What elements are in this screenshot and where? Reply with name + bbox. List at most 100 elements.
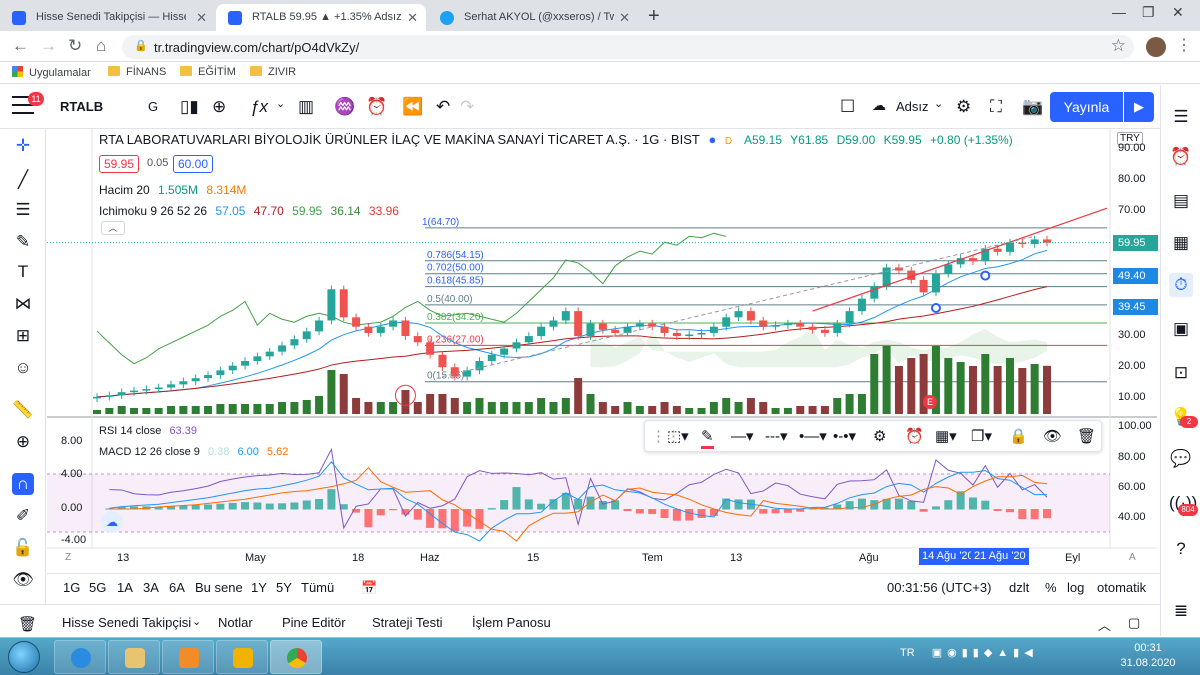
range-all[interactable]: Tümü xyxy=(301,580,334,595)
bookmark-zivir[interactable]: ZIVIR xyxy=(250,66,296,78)
symbol-search[interactable]: RTALB xyxy=(60,99,103,114)
ruler-icon[interactable]: 📏 xyxy=(12,399,34,421)
collapse-legend-icon[interactable]: ︿ xyxy=(101,221,125,235)
range-1y[interactable]: 1Y xyxy=(251,580,267,595)
stay-drawing-icon[interactable]: ✐ xyxy=(12,505,34,527)
browser-tab-1[interactable]: Hisse Senedi Takipçisi — Hisseler ✕ xyxy=(0,4,215,31)
browser-tab-2[interactable]: RTALB 59.95 ▲ +1.35% Adsız ✕ xyxy=(216,4,426,31)
line-style-icon[interactable]: ---▾ xyxy=(765,427,788,445)
log-toggle[interactable]: log xyxy=(1067,580,1084,595)
magnet-icon[interactable]: ∩ xyxy=(12,473,34,495)
chat-icon[interactable]: 💬 xyxy=(1169,447,1193,471)
fib-retracement-icon[interactable]: ☰ xyxy=(12,199,34,221)
layout-name[interactable]: Adsız xyxy=(896,99,929,114)
position-tool-icon[interactable]: ⊞ xyxy=(12,325,34,347)
forward-icon[interactable]: → xyxy=(40,36,57,56)
pattern-icon[interactable]: ⋈ xyxy=(12,293,34,315)
alert-icon[interactable]: ⏰ xyxy=(905,427,924,445)
browser-tab-3[interactable]: Serhat AKYOL (@xxseros) / Twitter ✕ xyxy=(428,4,638,31)
back-icon[interactable]: ← xyxy=(12,36,29,56)
layout-square-icon[interactable]: ☐ xyxy=(840,97,855,117)
adjust-toggle[interactable]: dzlt xyxy=(1009,580,1029,595)
alarm-clock-icon[interactable]: ⏰ xyxy=(1169,145,1193,169)
watchlist-icon[interactable]: ☰ xyxy=(1169,105,1193,129)
templates-icon[interactable]: ♒ xyxy=(334,97,355,117)
visual-order-icon[interactable]: ▦▾ xyxy=(935,427,957,445)
chart-area[interactable]: 1(64.70) 0.786(54.15) 0.702(50.00) 0.618(45… xyxy=(47,129,1158,572)
close-tab-icon[interactable]: ✕ xyxy=(619,4,630,31)
cloud-save-icon[interactable]: ☁ xyxy=(872,97,886,114)
range-5y[interactable]: 5Y xyxy=(276,580,292,595)
compare-add-icon[interactable]: ⊕ xyxy=(212,97,226,117)
replay-icon[interactable]: ⏪ xyxy=(402,97,423,117)
tab-strategy-tester[interactable]: Strateji Testi xyxy=(372,615,443,630)
lock-drawing-icon[interactable]: 🔒 xyxy=(1009,427,1028,445)
new-tab-button[interactable]: + xyxy=(648,5,660,28)
template-icon[interactable]: ⬚▾ xyxy=(667,427,689,445)
line-color-icon[interactable]: ✎ xyxy=(701,427,714,449)
dom-icon[interactable]: ≣ xyxy=(1169,599,1193,623)
line-start-icon[interactable]: •—▾ xyxy=(799,427,827,445)
tab-pine-editor[interactable]: Pine Editör xyxy=(282,615,346,630)
tab-stock-screener[interactable]: Hisse Senedi Takipçisi xyxy=(62,615,191,630)
trendline-icon[interactable]: ╱ xyxy=(12,169,34,191)
fullscreen-icon[interactable]: ⛶ xyxy=(990,97,1002,117)
taskbar-ie[interactable] xyxy=(54,640,106,674)
taskbar-media[interactable] xyxy=(162,640,214,674)
taskbar-outlook[interactable] xyxy=(216,640,268,674)
utc-clock[interactable]: 00:31:56 (UTC+3) xyxy=(887,580,991,595)
bookmark-finans[interactable]: FİNANS xyxy=(108,66,166,78)
percent-toggle[interactable]: % xyxy=(1045,580,1057,595)
calendar-icon[interactable]: ⏱ xyxy=(1169,273,1193,297)
windows-start-button[interactable] xyxy=(8,641,40,673)
interval-selector[interactable]: G xyxy=(148,99,158,114)
settings-gear-icon[interactable]: ⚙ xyxy=(956,97,971,117)
clone-icon[interactable]: ❐▾ xyxy=(971,427,992,445)
range-1a[interactable]: 1A xyxy=(117,580,133,595)
zoom-z-label[interactable]: Z xyxy=(65,552,71,563)
emoji-icon[interactable]: ☺ xyxy=(12,357,34,379)
taskbar-explorer[interactable] xyxy=(108,640,160,674)
goto-date-icon[interactable]: 📅 xyxy=(361,580,377,596)
data-window-icon[interactable]: ▤ xyxy=(1169,189,1193,213)
profile-avatar[interactable] xyxy=(1146,37,1166,57)
text-tool-icon[interactable]: T xyxy=(12,261,34,283)
home-icon[interactable]: ⌂ xyxy=(96,36,106,56)
chevron-up-icon[interactable]: ︿ xyxy=(1098,615,1111,634)
zoom-in-icon[interactable]: ⊕ xyxy=(12,431,34,453)
tab-trading-panel[interactable]: İşlem Panosu xyxy=(472,615,551,630)
trash-icon[interactable]: 🗑 xyxy=(18,615,37,633)
hotlists-icon[interactable]: ▦ xyxy=(1169,231,1193,255)
range-5g[interactable]: 5G xyxy=(89,580,106,595)
hide-drawing-icon[interactable]: 👁 xyxy=(1043,427,1062,445)
language-indicator[interactable]: TR xyxy=(900,647,915,659)
hide-drawings-eye-icon[interactable]: 👁 xyxy=(12,569,34,591)
financials-bars-icon[interactable]: ▥ xyxy=(298,97,314,117)
chevron-down-icon[interactable]: ⌄ xyxy=(276,97,285,110)
tray-icons[interactable]: ▣◉▮▮◆▲▮◀ xyxy=(932,647,1038,659)
range-bu-sene[interactable]: Bu sene xyxy=(195,580,243,595)
bookmark-egitim[interactable]: EĞİTİM xyxy=(180,66,236,78)
close-tab-icon[interactable]: ✕ xyxy=(407,4,418,31)
close-tab-icon[interactable]: ✕ xyxy=(196,4,207,31)
tab-notes[interactable]: Notlar xyxy=(218,615,253,630)
chart-style-candles-icon[interactable]: ▯▮ xyxy=(180,97,199,117)
redo-icon[interactable]: ↷ xyxy=(460,97,474,117)
close-window-button[interactable]: ✕ xyxy=(1172,4,1184,21)
minimize-button[interactable]: — xyxy=(1112,4,1126,20)
address-bar[interactable]: 🔒 tr.tradingview.com/chart/pO4dVkZy/ ☆ xyxy=(122,35,1134,59)
help-icon[interactable]: ? xyxy=(1169,537,1193,561)
chevron-down-icon[interactable]: ⌄ xyxy=(934,97,943,110)
lock-drawings-icon[interactable]: 🔓 xyxy=(12,537,34,559)
bookmark-apps[interactable]: Uygulamalar xyxy=(12,66,91,79)
brush-icon[interactable]: ✎ xyxy=(12,231,34,253)
auto-a-label[interactable]: A xyxy=(1129,552,1136,563)
publish-play-icon[interactable]: ▶ xyxy=(1124,92,1154,122)
camera-snapshot-icon[interactable]: 📷 xyxy=(1022,97,1043,117)
chevron-down-icon[interactable]: ⌄ xyxy=(192,615,201,628)
delete-drawing-icon[interactable]: 🗑 xyxy=(1077,427,1096,445)
browser-menu-icon[interactable]: ⋮ xyxy=(1176,35,1192,55)
ideas-icon[interactable]: ▣ xyxy=(1169,317,1193,341)
undo-icon[interactable]: ↶ xyxy=(436,97,450,117)
indicators-fx-icon[interactable]: ƒx xyxy=(250,97,268,117)
